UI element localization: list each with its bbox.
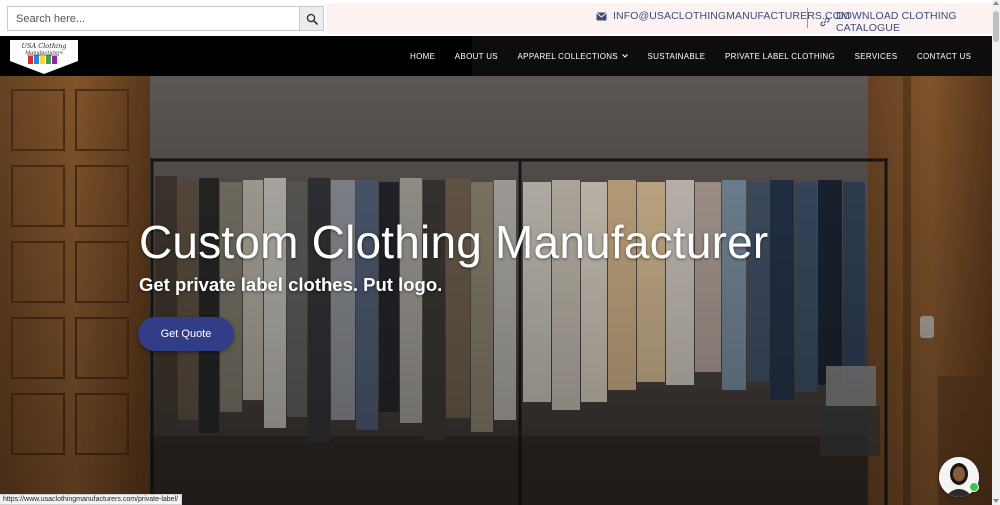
- nav-services-label: SERVICES: [854, 51, 898, 61]
- nav-about-label: ABOUT US: [454, 51, 498, 61]
- nav-apparel-collections[interactable]: APPAREL COLLECTIONS: [508, 52, 638, 61]
- search-button[interactable]: [299, 7, 323, 30]
- contact-divider: [807, 8, 808, 28]
- link-status-bar: https://www.usaclothingmanufacturers.com…: [0, 494, 183, 505]
- envelope-icon: [596, 12, 607, 20]
- email-link[interactable]: INFO@USACLOTHINGMANUFACTURERS.COM: [596, 10, 850, 22]
- nav-sustainable-label: SUSTAINABLE: [647, 51, 706, 61]
- link-icon: [820, 17, 830, 27]
- nav-private-label-label: PRIVATE LABEL CLOTHING: [724, 51, 836, 61]
- main-navbar: USA Clothing Manufacturers HOME ABOUT US…: [0, 36, 992, 76]
- online-status-indicator: [969, 482, 979, 492]
- get-quote-button[interactable]: Get Quote: [138, 317, 234, 351]
- scroll-thumb[interactable]: [993, 11, 999, 42]
- email-text: INFO@USACLOTHINGMANUFACTURERS.COM: [613, 10, 850, 22]
- nav-private-label[interactable]: PRIVATE LABEL CLOTHING: [715, 52, 845, 61]
- top-bar: INFO@USACLOTHINGMANUFACTURERS.COM DOWNLO…: [0, 0, 992, 36]
- nav-apparel-label: APPAREL COLLECTIONS: [517, 51, 618, 61]
- site-logo[interactable]: USA Clothing Manufacturers: [9, 39, 79, 75]
- nav-contact-label: CONTACT US: [916, 51, 972, 61]
- scroll-up-arrow-icon[interactable]: [993, 1, 999, 5]
- search-input[interactable]: [8, 7, 299, 30]
- catalogue-text: DOWNLOAD CLOTHING CATALOGUE: [835, 10, 957, 34]
- nav-sustainable[interactable]: SUSTAINABLE: [638, 52, 715, 61]
- vertical-scrollbar[interactable]: [992, 0, 1000, 505]
- nav-home-label: HOME: [410, 51, 436, 61]
- hero-subtitle: Get private label clothes. Put logo.: [139, 274, 443, 295]
- hero-banner: Custom Clothing Manufacturer Get private…: [0, 76, 992, 505]
- nav-about-us[interactable]: ABOUT US: [445, 52, 508, 61]
- hero-title: Custom Clothing Manufacturer: [139, 216, 769, 268]
- nav-contact-us[interactable]: CONTACT US: [907, 52, 981, 61]
- search-icon: [306, 13, 318, 25]
- catalogue-link[interactable]: DOWNLOAD CLOTHING CATALOGUE: [820, 10, 992, 34]
- logo-text-line1: USA Clothing: [22, 42, 67, 50]
- nav-menu: HOME ABOUT US APPAREL COLLECTIONS SUSTAI…: [400, 36, 981, 76]
- search-box: [7, 6, 324, 31]
- chevron-down-icon: [622, 54, 628, 58]
- nav-services[interactable]: SERVICES: [845, 52, 907, 61]
- scroll-down-arrow-icon[interactable]: [993, 499, 999, 503]
- nav-home[interactable]: HOME: [400, 52, 445, 61]
